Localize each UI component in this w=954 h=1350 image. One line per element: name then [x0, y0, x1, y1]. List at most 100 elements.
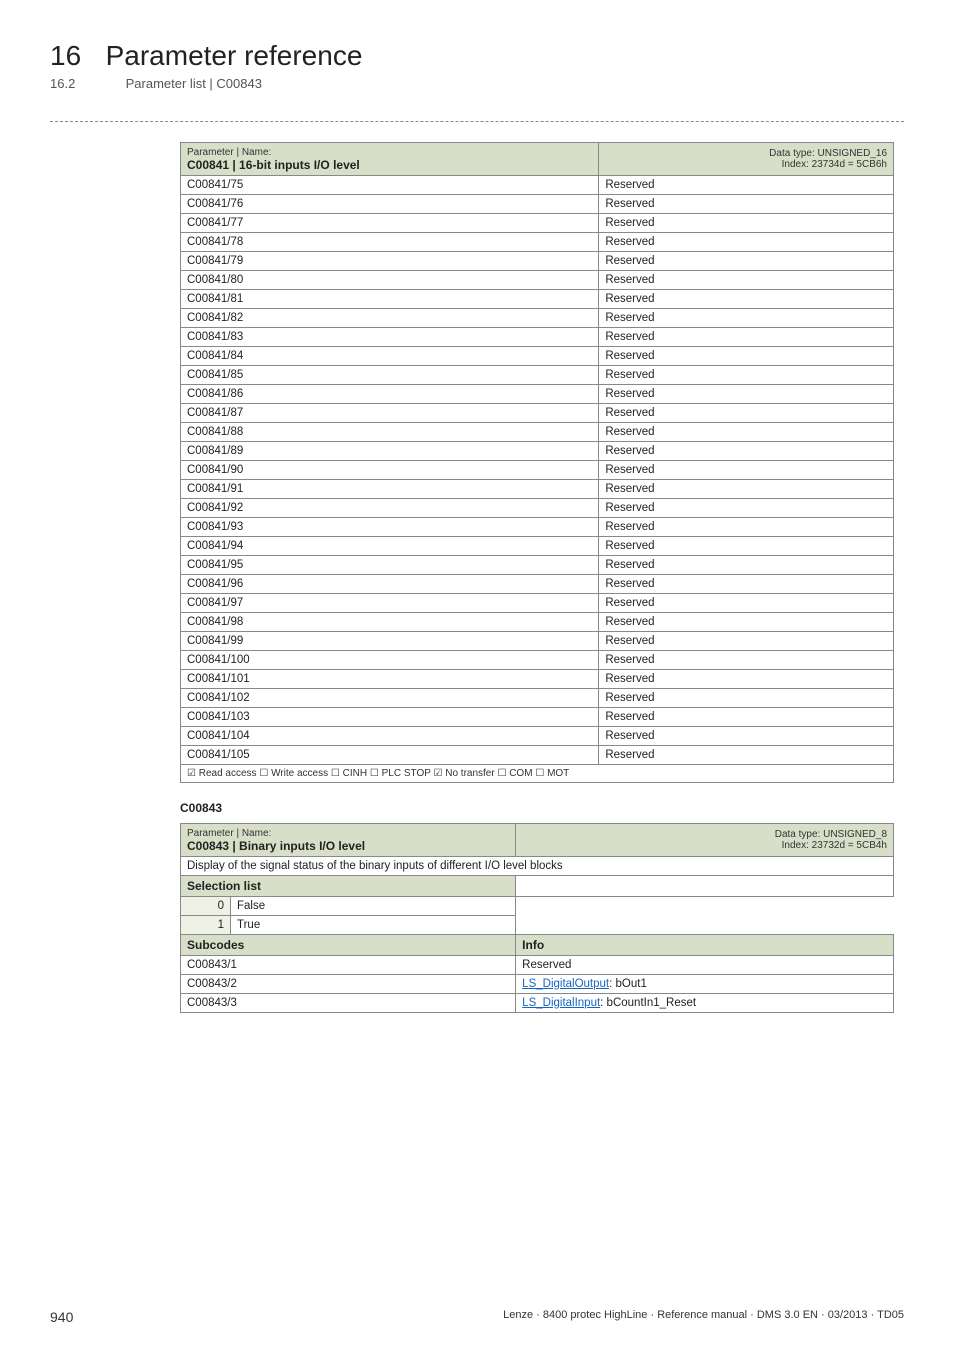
value-cell: Reserved: [599, 518, 894, 537]
value-cell: Reserved: [599, 537, 894, 556]
selection-list-label: Selection list: [181, 876, 516, 897]
value-cell: Reserved: [599, 632, 894, 651]
code-cell: C00841/83: [181, 328, 599, 347]
table-row: C00841/81Reserved: [181, 290, 894, 309]
value-cell: Reserved: [599, 176, 894, 195]
code-cell: C00841/85: [181, 366, 599, 385]
datatype-cell: Data type: UNSIGNED_8 Index: 23732d = 5C…: [516, 824, 894, 857]
subcode-code: C00843/3: [181, 994, 516, 1013]
table-row: C00841/101Reserved: [181, 670, 894, 689]
link[interactable]: LS_DigitalInput: [522, 997, 600, 1009]
table-row: C00841/105Reserved: [181, 746, 894, 765]
value-cell: Reserved: [599, 442, 894, 461]
value-cell: Reserved: [599, 594, 894, 613]
access-flags: ☑ Read access ☐ Write access ☐ CINH ☐ PL…: [181, 765, 894, 783]
table-row: C00841/97Reserved: [181, 594, 894, 613]
dtype-line2: Index: 23732d = 5CB4h: [782, 840, 887, 851]
section-label-c00843: C00843: [180, 801, 894, 815]
divider: [50, 121, 904, 122]
table-header-row: Parameter | Name: C00843 | Binary inputs…: [181, 824, 894, 857]
code-cell: C00841/94: [181, 537, 599, 556]
content: Parameter | Name: C00841 | 16-bit inputs…: [180, 142, 894, 1013]
value-cell: Reserved: [599, 309, 894, 328]
code-cell: C00841/92: [181, 499, 599, 518]
subcode-code: C00843/2: [181, 975, 516, 994]
subcode-row: C00843/2 LS_DigitalOutput: bOut1: [181, 975, 894, 994]
value-cell: Reserved: [599, 727, 894, 746]
code-cell: C00841/75: [181, 176, 599, 195]
table-row: C00841/84Reserved: [181, 347, 894, 366]
code-cell: C00841/82: [181, 309, 599, 328]
table-row: C00841/88Reserved: [181, 423, 894, 442]
value-cell: Reserved: [599, 556, 894, 575]
code-cell: C00841/87: [181, 404, 599, 423]
code-cell: C00841/93: [181, 518, 599, 537]
selection-val: True: [231, 916, 516, 935]
table-row: C00841/89Reserved: [181, 442, 894, 461]
code-cell: C00841/103: [181, 708, 599, 727]
code-cell: C00841/99: [181, 632, 599, 651]
value-cell: Reserved: [599, 708, 894, 727]
table-row: C00841/77Reserved: [181, 214, 894, 233]
value-cell: Reserved: [599, 195, 894, 214]
table-row: C00841/87Reserved: [181, 404, 894, 423]
code-cell: C00841/100: [181, 651, 599, 670]
code-cell: C00841/88: [181, 423, 599, 442]
table-row: C00841/104Reserved: [181, 727, 894, 746]
code-cell: C00841/90: [181, 461, 599, 480]
subcode-code: C00843/1: [181, 956, 516, 975]
info-text: : bOut1: [609, 978, 647, 990]
value-cell: Reserved: [599, 499, 894, 518]
description-row: Display of the signal status of the bina…: [181, 857, 894, 876]
code-cell: C00841/76: [181, 195, 599, 214]
code-cell: C00841/80: [181, 271, 599, 290]
code-cell: C00841/86: [181, 385, 599, 404]
info-text: : bCountIn1_Reset: [600, 997, 696, 1009]
param-header-cell: Parameter | Name: C00843 | Binary inputs…: [181, 824, 516, 857]
section-number: 16.2: [50, 76, 122, 91]
value-cell: Reserved: [599, 461, 894, 480]
code-cell: C00841/104: [181, 727, 599, 746]
table-row: C00841/86Reserved: [181, 385, 894, 404]
table-row: C00841/82Reserved: [181, 309, 894, 328]
value-cell: Reserved: [599, 575, 894, 594]
table-row: C00841/103Reserved: [181, 708, 894, 727]
code-cell: C00841/89: [181, 442, 599, 461]
code-cell: C00841/105: [181, 746, 599, 765]
code-cell: C00841/78: [181, 233, 599, 252]
code-cell: C00841/95: [181, 556, 599, 575]
param-label: Parameter | Name:: [187, 147, 271, 158]
value-cell: Reserved: [599, 746, 894, 765]
table-row: C00841/80Reserved: [181, 271, 894, 290]
table-row: C00841/83Reserved: [181, 328, 894, 347]
value-cell: Reserved: [599, 214, 894, 233]
page-header: 16 Parameter reference 16.2 Parameter li…: [50, 40, 904, 91]
value-cell: Reserved: [599, 613, 894, 632]
code-cell: C00841/81: [181, 290, 599, 309]
value-cell: Reserved: [599, 423, 894, 442]
value-cell: Reserved: [599, 271, 894, 290]
code-cell: C00841/79: [181, 252, 599, 271]
value-cell: Reserved: [599, 480, 894, 499]
param-name: C00841 | 16-bit inputs I/O level: [187, 158, 360, 172]
link[interactable]: LS_DigitalOutput: [522, 978, 609, 990]
param-label: Parameter | Name:: [187, 828, 271, 839]
code-cell: C00841/91: [181, 480, 599, 499]
table-c00843: Parameter | Name: C00843 | Binary inputs…: [180, 823, 894, 1013]
table-row: C00841/95Reserved: [181, 556, 894, 575]
table-row: C00841/98Reserved: [181, 613, 894, 632]
table-row: C00841/96Reserved: [181, 575, 894, 594]
param-header-cell: Parameter | Name: C00841 | 16-bit inputs…: [181, 143, 599, 176]
subcode-row: C00843/1Reserved: [181, 956, 894, 975]
value-cell: Reserved: [599, 689, 894, 708]
table-footer-row: ☑ Read access ☐ Write access ☐ CINH ☐ PL…: [181, 765, 894, 783]
info-label: Info: [516, 935, 894, 956]
table-row: C00841/91Reserved: [181, 480, 894, 499]
selection-blank: [516, 876, 894, 897]
value-cell: Reserved: [599, 670, 894, 689]
selection-header-row: Selection list: [181, 876, 894, 897]
subcode-info: LS_DigitalInput: bCountIn1_Reset: [516, 994, 894, 1013]
param-name: C00843 | Binary inputs I/O level: [187, 839, 365, 853]
value-cell: Reserved: [599, 347, 894, 366]
dtype-line1: Data type: UNSIGNED_16: [769, 148, 887, 159]
